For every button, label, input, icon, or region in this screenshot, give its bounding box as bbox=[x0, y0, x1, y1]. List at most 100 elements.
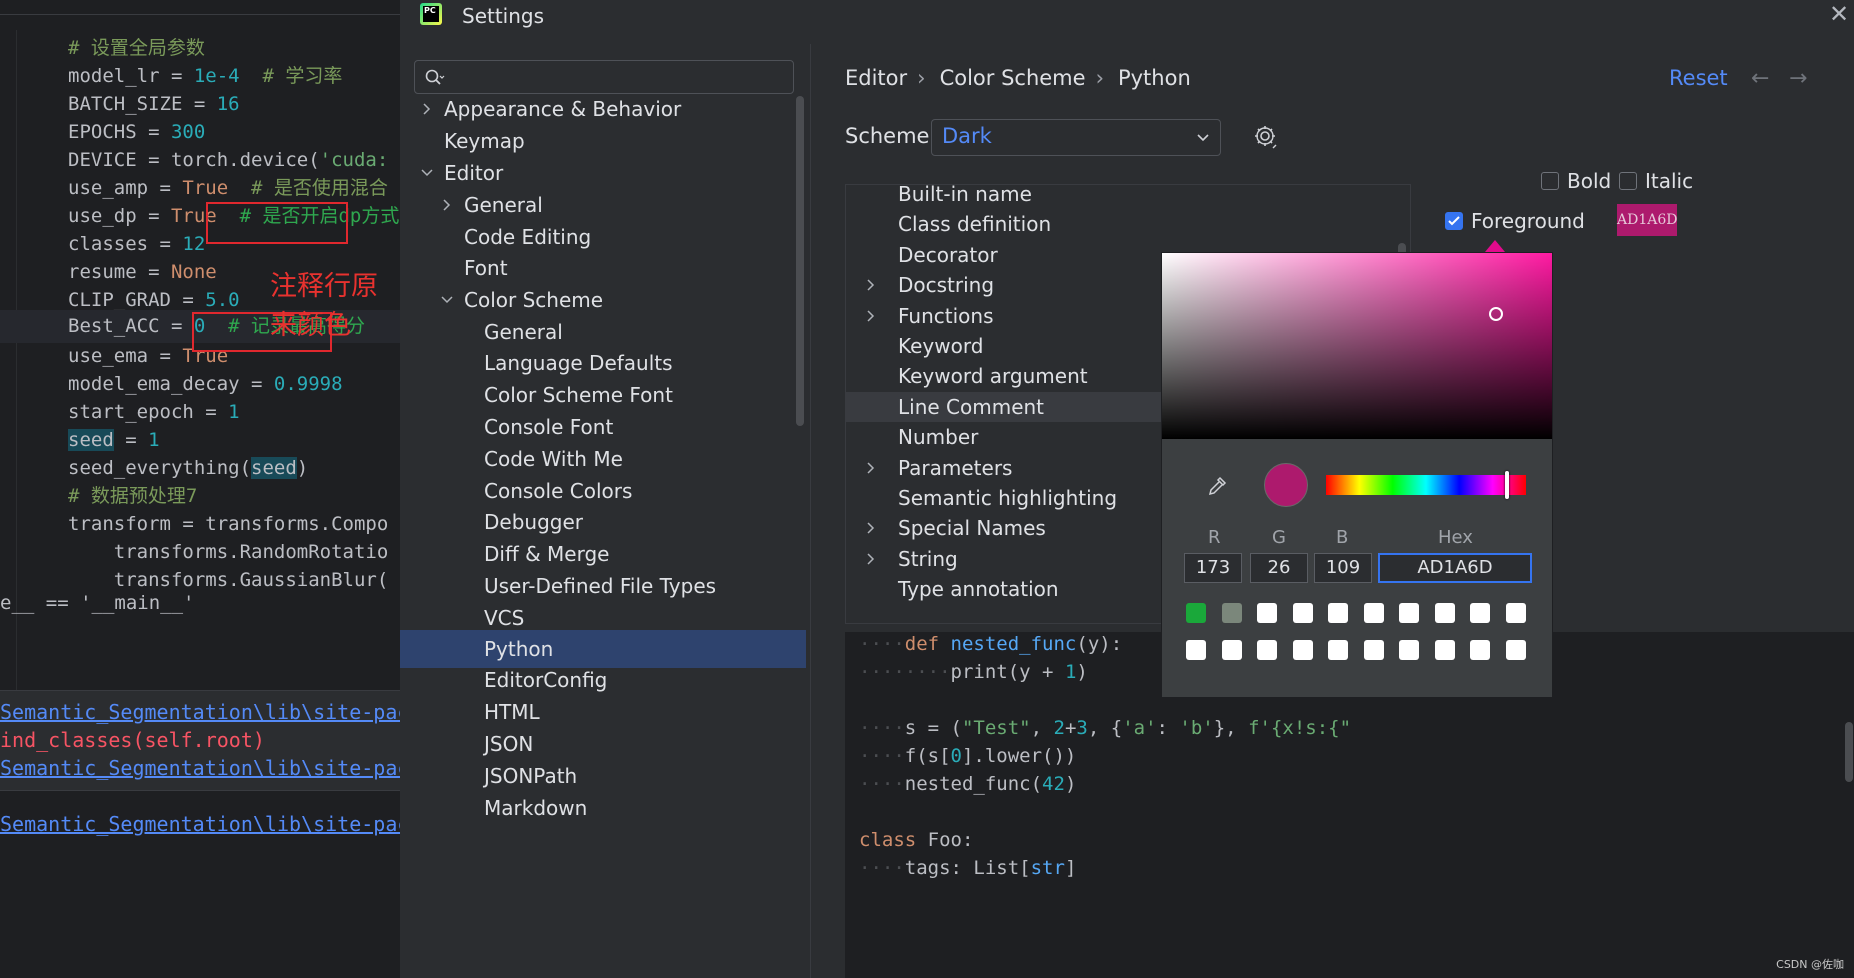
recent-color-swatch[interactable] bbox=[1221, 603, 1242, 623]
chevron-right-icon[interactable] bbox=[864, 309, 878, 323]
recent-color-swatch[interactable] bbox=[1470, 603, 1490, 623]
color-element-label: Docstring bbox=[898, 273, 995, 298]
recent-color-swatch[interactable] bbox=[1328, 640, 1348, 660]
run-console[interactable]: Semantic_Segmentation\lib\site-pac ind_cl… bbox=[0, 700, 400, 978]
color-element-label: Type annotation bbox=[898, 577, 1059, 602]
color-preview-circle bbox=[1264, 463, 1308, 507]
preview-code-line: ········print(y + 1) bbox=[859, 661, 1088, 683]
recent-color-swatch[interactable] bbox=[1505, 603, 1526, 623]
recent-color-swatch[interactable] bbox=[1292, 603, 1313, 623]
chevron-down-icon[interactable] bbox=[420, 166, 434, 180]
back-arrow-icon[interactable]: ← bbox=[1751, 66, 1769, 91]
gear-icon[interactable] bbox=[1251, 122, 1281, 152]
tree-item-markdown[interactable]: Markdown bbox=[400, 789, 806, 827]
recent-color-swatch[interactable] bbox=[1186, 640, 1206, 660]
hue-slider[interactable] bbox=[1326, 471, 1526, 499]
console-file-link[interactable]: Semantic_Segmentation\lib\site-pac bbox=[0, 812, 400, 836]
color-element-label: String bbox=[898, 546, 958, 571]
recent-color-swatch[interactable] bbox=[1257, 603, 1277, 623]
foreground-color-swatch[interactable]: AD1A6D bbox=[1617, 204, 1677, 236]
eyedropper-icon[interactable] bbox=[1206, 475, 1228, 497]
scheme-label: Scheme: bbox=[845, 124, 937, 148]
g-input[interactable]: 26 bbox=[1250, 553, 1308, 583]
settings-search[interactable] bbox=[414, 60, 794, 94]
code-editor[interactable]: # 设置全局参数 model_lr = 1e-4 # 学习率 BATCH_SIZE … bbox=[0, 0, 400, 978]
scheme-dropdown[interactable]: Dark bbox=[931, 119, 1221, 156]
b-label: B bbox=[1336, 527, 1349, 548]
annotation-box-use-dp bbox=[206, 202, 348, 244]
color-element-built-in-name[interactable]: Built-in name bbox=[846, 185, 1410, 209]
preview-code-line: ····f(s[0].lower()) bbox=[859, 745, 1077, 767]
recent-color-swatch[interactable] bbox=[1363, 603, 1384, 623]
hex-label: Hex bbox=[1438, 527, 1473, 548]
watermark: CSDN @佐咖 bbox=[1776, 958, 1844, 971]
chevron-right-icon[interactable] bbox=[864, 461, 878, 475]
g-label: G bbox=[1272, 527, 1286, 548]
chevron-right-icon[interactable] bbox=[864, 521, 878, 535]
tree-scrollbar[interactable] bbox=[796, 96, 804, 426]
recent-color-swatch[interactable] bbox=[1292, 640, 1313, 660]
breadcrumb-editor[interactable]: Editor bbox=[845, 66, 907, 90]
settings-dialog: PC Settings ✕ Appearance & Behavior Keyma… bbox=[400, 0, 1854, 978]
preview-code-line: class Foo: bbox=[859, 829, 974, 851]
chevron-right-icon[interactable] bbox=[440, 198, 454, 212]
chevron-right-icon[interactable] bbox=[864, 552, 878, 566]
chevron-right-icon[interactable] bbox=[420, 102, 434, 116]
close-button[interactable]: ✕ bbox=[1824, 0, 1854, 30]
color-element-label: Keyword argument bbox=[898, 364, 1088, 389]
forward-arrow-icon[interactable]: → bbox=[1789, 66, 1807, 91]
italic-checkbox[interactable] bbox=[1619, 172, 1637, 190]
pycharm-logo-icon: PC bbox=[420, 3, 442, 25]
breadcrumb-color-scheme[interactable]: Color Scheme bbox=[940, 66, 1086, 90]
color-element-label: Semantic highlighting bbox=[898, 486, 1118, 510]
recent-color-swatch[interactable] bbox=[1221, 640, 1242, 660]
breadcrumb-python: Python bbox=[1117, 66, 1191, 90]
reset-link[interactable]: Reset bbox=[1669, 66, 1728, 90]
color-element-label: Parameters bbox=[898, 455, 1013, 480]
console-file-link[interactable]: Semantic_Segmentation\lib\site-pac bbox=[0, 700, 400, 724]
hue-slider-thumb[interactable] bbox=[1505, 471, 1509, 499]
recent-color-swatch[interactable] bbox=[1328, 603, 1348, 623]
picker-pointer bbox=[1485, 240, 1505, 252]
color-element-label: Special Names bbox=[898, 516, 1046, 541]
preview-code-line: ····def nested_func(y): bbox=[859, 633, 1123, 655]
foreground-checkbox[interactable] bbox=[1445, 212, 1463, 230]
main-guard-text: e__ == '__main__' bbox=[0, 592, 195, 614]
r-input[interactable]: 173 bbox=[1184, 553, 1242, 583]
chevron-down-icon bbox=[1197, 134, 1209, 142]
recent-color-swatch[interactable] bbox=[1257, 640, 1277, 660]
recent-color-swatch[interactable] bbox=[1470, 640, 1490, 660]
recent-color-swatch[interactable] bbox=[1434, 603, 1455, 623]
foreground-label: Foreground bbox=[1471, 209, 1585, 233]
recent-color-swatch[interactable] bbox=[1399, 640, 1419, 660]
preview-code-line: ····tags: List[str] bbox=[859, 857, 1077, 879]
gutter-guide bbox=[16, 30, 17, 690]
recent-color-swatch[interactable] bbox=[1505, 640, 1526, 660]
italic-label: Italic bbox=[1645, 169, 1694, 193]
recent-color-swatch[interactable] bbox=[1434, 640, 1455, 660]
color-picker-popup: R G B Hex 173 26 109 AD1A6D bbox=[1161, 252, 1553, 698]
breadcrumb-separator: › bbox=[917, 66, 926, 90]
saturation-value-area[interactable] bbox=[1162, 253, 1552, 439]
recent-color-swatch[interactable] bbox=[1186, 603, 1206, 623]
color-element-label: Keyword bbox=[898, 334, 984, 358]
saturation-cursor[interactable] bbox=[1489, 307, 1503, 321]
console-file-link[interactable]: Semantic_Segmentation\lib\site-pac bbox=[0, 756, 400, 780]
bold-checkbox[interactable] bbox=[1541, 172, 1559, 190]
chevron-down-icon[interactable] bbox=[440, 293, 454, 307]
breadcrumb: Editor › Color Scheme › Python bbox=[845, 66, 1201, 90]
color-element-class-definition[interactable]: Class definition bbox=[846, 209, 1410, 239]
search-input[interactable] bbox=[455, 65, 789, 91]
hex-input[interactable]: AD1A6D bbox=[1378, 553, 1532, 583]
preview-scrollbar[interactable] bbox=[1845, 722, 1853, 782]
recent-color-swatch[interactable] bbox=[1399, 603, 1419, 623]
b-input[interactable]: 109 bbox=[1314, 553, 1372, 583]
annotation-text: 注释行原来颜色 bbox=[270, 271, 378, 341]
editor-top-border bbox=[0, 14, 400, 15]
dialog-title: Settings bbox=[462, 4, 545, 28]
breadcrumb-separator: › bbox=[1095, 66, 1104, 90]
recent-color-swatch[interactable] bbox=[1363, 640, 1384, 660]
dialog-titlebar: PC Settings ✕ bbox=[400, 0, 1854, 30]
color-element-label: Functions bbox=[898, 303, 994, 328]
chevron-right-icon[interactable] bbox=[864, 278, 878, 292]
